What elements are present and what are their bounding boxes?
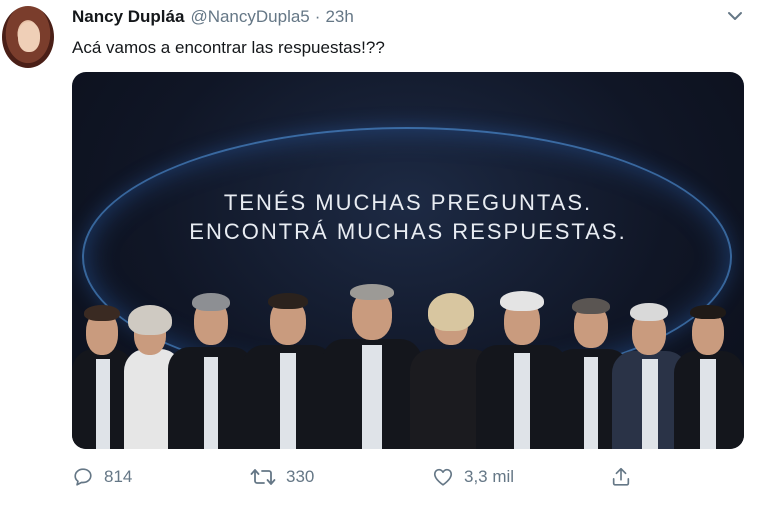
person: [322, 284, 422, 449]
tweet-header: Nancy Dupláa @NancyDupla5 · 23h: [72, 7, 354, 29]
retweet-button[interactable]: 330: [250, 464, 314, 490]
chevron-down-icon: [728, 12, 742, 20]
tweet-actions: 814 330 3,3 mil: [72, 464, 652, 490]
reply-button[interactable]: 814: [72, 464, 132, 490]
tweet[interactable]: Nancy Dupláa @NancyDupla5 · 23h Acá vamo…: [0, 0, 770, 506]
tweet-image[interactable]: TENÉS MUCHAS PREGUNTAS. ENCONTRÁ MUCHAS …: [72, 72, 744, 449]
reply-icon: [74, 468, 92, 486]
share-button[interactable]: [610, 464, 632, 490]
like-button[interactable]: 3,3 mil: [432, 464, 514, 490]
share-icon: [612, 467, 630, 486]
tweet-text: Acá vamos a encontrar las respuestas!??: [72, 38, 385, 57]
like-count: 3,3 mil: [464, 467, 515, 486]
image-tagline-line2: ENCONTRÁ MUCHAS RESPUESTAS.: [189, 219, 627, 244]
image-people-group: [72, 284, 744, 449]
author-handle[interactable]: @NancyDupla5: [190, 7, 309, 27]
reply-count: 814: [104, 467, 133, 486]
retweet-count: 330: [286, 467, 315, 486]
tweet-time[interactable]: 23h: [325, 7, 353, 27]
avatar[interactable]: [2, 6, 54, 68]
tweet-menu-button[interactable]: [725, 8, 745, 24]
author-name[interactable]: Nancy Dupláa: [72, 7, 184, 27]
separator: ·: [314, 7, 321, 26]
heart-icon: [433, 468, 453, 486]
retweet-icon: [250, 469, 276, 485]
person: [242, 289, 334, 449]
image-tagline-line1: TENÉS MUCHAS PREGUNTAS.: [223, 190, 593, 215]
person: [674, 299, 744, 449]
avatar-face: [18, 22, 40, 52]
